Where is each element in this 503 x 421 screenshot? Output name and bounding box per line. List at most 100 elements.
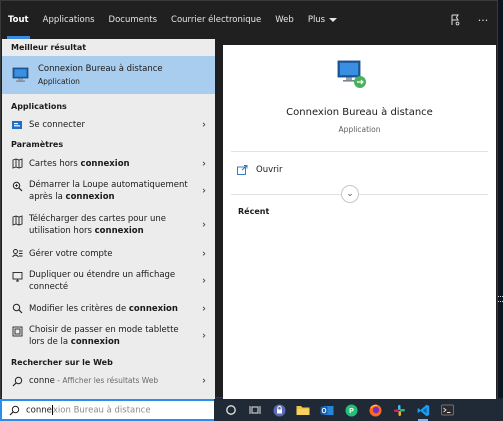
firefox-glyph — [369, 404, 381, 416]
results-list: Meilleur résultat Connexion Bureau à dis… — [2, 39, 215, 399]
magnifier-glyph — [12, 181, 22, 191]
preview-divider — [231, 194, 488, 195]
section-header-web: Rechercher sur le Web — [11, 358, 113, 367]
search-input[interactable]: connexion Bureau à distance — [0, 399, 214, 421]
tab-plus[interactable]: Plus — [301, 1, 344, 39]
settings-item-text: lors de la — [29, 337, 71, 347]
firefox-icon[interactable] — [366, 401, 384, 419]
chevron-right-icon[interactable]: › — [202, 303, 206, 314]
tab-applications[interactable]: Applications — [36, 1, 102, 39]
tab-label: Documents — [108, 15, 158, 25]
feedback-icon-glyph — [451, 14, 460, 26]
chevron-right-icon[interactable]: › — [202, 158, 206, 169]
web-search-item[interactable]: conne - Afficher les résultats Web › — [2, 371, 215, 391]
app-item-label: Se connecter — [29, 120, 85, 130]
task-view-glyph — [249, 406, 261, 414]
settings-item-highlight: connexion — [70, 337, 120, 347]
preview-pane: Connexion Bureau à distance Application … — [223, 45, 496, 399]
security-icon[interactable] — [270, 401, 288, 419]
account-icon — [10, 247, 24, 261]
slack-icon[interactable] — [390, 401, 408, 419]
file-explorer-icon[interactable] — [294, 401, 312, 419]
preview-title: Connexion Bureau à distance — [286, 107, 433, 118]
settings-item-download-maps[interactable]: Télécharger des cartes pour une utilisat… — [2, 207, 215, 243]
open-action[interactable]: Ouvrir — [237, 165, 282, 175]
settings-item-text: après la — [29, 191, 66, 202]
cortana-glyph — [226, 405, 236, 415]
search-glyph — [12, 376, 22, 386]
settings-item-highlight: connexion — [65, 191, 115, 202]
chevron-right-icon[interactable]: › — [202, 120, 206, 131]
settings-item-line2: connecté — [29, 282, 69, 292]
search-icon — [10, 374, 24, 388]
download-maps-icon — [10, 213, 24, 227]
chevron-right-icon[interactable]: › — [202, 276, 206, 287]
vscode-glyph — [417, 404, 429, 416]
tab-courrier[interactable]: Courrier électronique — [164, 1, 268, 39]
feedback-icon[interactable] — [441, 6, 469, 34]
slack-glyph — [393, 404, 405, 416]
search-tabbar: Tout Applications Documents Courrier éle… — [1, 1, 497, 39]
chevron-right-icon[interactable]: › — [202, 376, 206, 387]
open-icon — [237, 165, 248, 175]
search-panel: Tout Applications Documents Courrier éle… — [0, 0, 498, 399]
offline-maps-glyph — [12, 158, 22, 169]
chevron-down-icon — [329, 17, 338, 22]
magnifier-icon — [10, 179, 24, 193]
file-explorer-glyph — [296, 406, 310, 415]
settings-item-search-criteria[interactable]: Modifier les critères de connexion › — [2, 298, 215, 319]
more-options-icon[interactable]: ··· — [469, 6, 497, 34]
tablet-mode-icon — [10, 324, 24, 338]
app-item-se-connecter[interactable]: Se connecter › — [2, 115, 215, 135]
connect-icon — [10, 118, 24, 132]
tablet-mode-glyph — [12, 326, 22, 336]
cortana-icon[interactable] — [222, 401, 240, 419]
search-settings-icon — [10, 302, 24, 316]
settings-item-line1: Dupliquer ou étendre un affichage — [29, 270, 176, 280]
tab-label: Web — [275, 15, 294, 25]
settings-item-display[interactable]: Dupliquer ou étendre un affichage connec… — [2, 264, 215, 298]
settings-item-magnifier[interactable]: Démarrer la Loupe automatiquement après … — [2, 174, 215, 207]
outlook-icon[interactable] — [318, 401, 336, 419]
recent-header: Récent — [238, 207, 270, 216]
outlook-glyph — [320, 405, 334, 415]
remote-desktop-glyph — [12, 67, 29, 82]
taskbar: P — [214, 399, 503, 421]
pycharm-icon[interactable]: P — [342, 401, 360, 419]
display-icon — [10, 269, 24, 283]
settings-item-highlight: connexion — [94, 226, 144, 236]
tab-web[interactable]: Web — [268, 1, 301, 39]
settings-item-line1: Démarrer la Loupe automatiquement — [29, 179, 188, 190]
tab-label: Courrier électronique — [171, 15, 262, 25]
chevron-right-icon[interactable]: › — [202, 185, 206, 196]
tab-tout[interactable]: Tout — [1, 1, 36, 39]
settings-item-text: Gérer votre compte — [29, 248, 113, 259]
section-header-best: Meilleur résultat — [11, 43, 87, 52]
task-view-icon[interactable] — [246, 401, 264, 419]
settings-item-line1: Télécharger des cartes pour une — [29, 214, 167, 224]
settings-item-offline-maps[interactable]: Cartes hors connexion › — [2, 153, 215, 174]
settings-item-text: utilisation hors — [29, 226, 95, 236]
search-autocomplete-text: xion Bureau à distance — [52, 405, 151, 416]
preview-divider — [231, 151, 488, 152]
offline-maps-icon — [10, 157, 24, 171]
tab-documents[interactable]: Documents — [102, 1, 164, 39]
windows-terminal-icon[interactable] — [438, 401, 456, 419]
settings-item-highlight: connexion — [128, 303, 178, 314]
vscode-icon[interactable] — [414, 401, 432, 421]
expand-chevron-icon[interactable]: ⌄ — [341, 185, 359, 203]
chevron-right-icon[interactable]: › — [202, 248, 206, 259]
best-match-item[interactable]: Connexion Bureau à distance Application — [2, 56, 215, 94]
web-query-suffix: - Afficher les résultats Web — [54, 376, 159, 385]
chevron-right-icon[interactable]: › — [202, 331, 206, 342]
settings-item-line1: Choisir de passer en mode tablette — [29, 325, 179, 335]
settings-item-tablet-mode[interactable]: Choisir de passer en mode tablette lors … — [2, 319, 215, 353]
download-maps-glyph — [12, 214, 22, 226]
open-label: Ouvrir — [256, 165, 283, 175]
chevron-right-icon[interactable]: › — [202, 220, 206, 231]
connect-glyph — [12, 121, 22, 129]
web-query: conne — [29, 376, 55, 386]
settings-item-account[interactable]: Gérer votre compte › — [2, 243, 215, 264]
tabbar-actions: ··· — [441, 1, 497, 39]
settings-item-text: Modifier les critères de — [29, 303, 129, 314]
